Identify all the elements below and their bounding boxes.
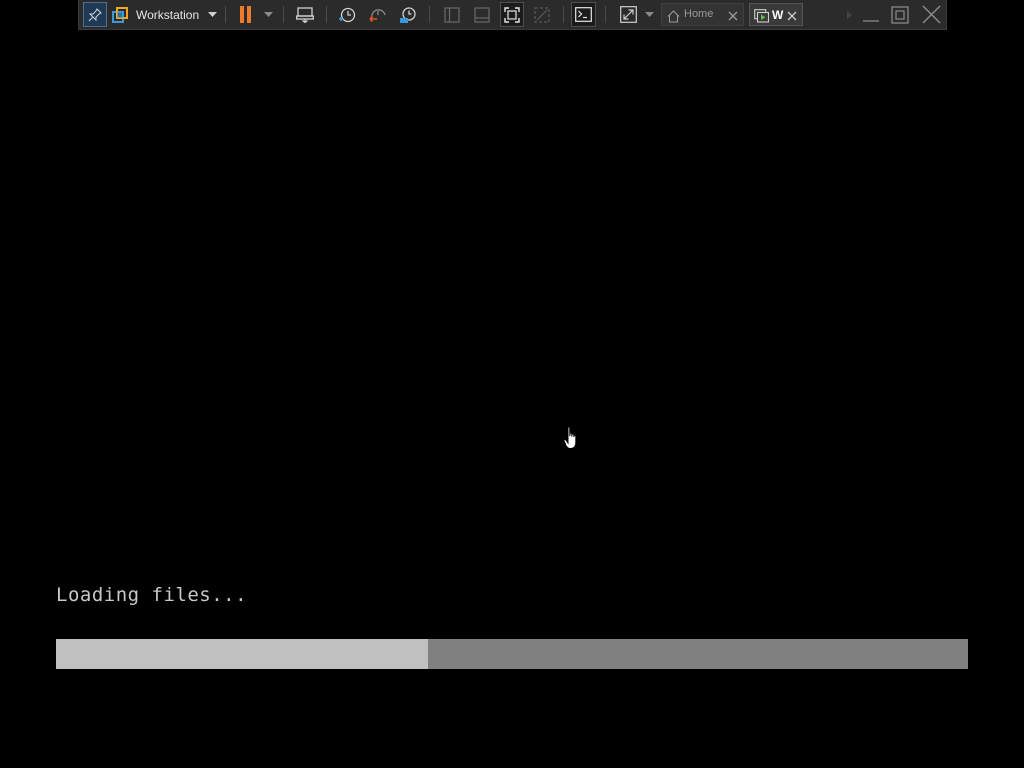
- vm-selector[interactable]: Workstation: [136, 0, 206, 29]
- minimize-button[interactable]: [860, 0, 882, 29]
- restore-icon: [891, 5, 909, 24]
- chevron-down-icon: [207, 11, 217, 18]
- vm-screen: Workstation Home W Loading files...: [0, 0, 1024, 768]
- unity-icon: [534, 6, 550, 23]
- power-options-dropdown[interactable]: [261, 0, 275, 29]
- minimize-icon: [862, 6, 880, 24]
- terminal-icon: [575, 7, 592, 22]
- home-icon: [667, 8, 680, 27]
- take-snapshot-button[interactable]: [336, 0, 358, 29]
- library-panel-icon: [444, 6, 460, 23]
- chevron-down-icon: [263, 11, 273, 18]
- close-window-button[interactable]: [919, 0, 943, 29]
- tab-home-label: Home: [684, 8, 714, 20]
- console-view-icon: [504, 6, 520, 23]
- revert-snapshot-button[interactable]: [367, 0, 389, 29]
- snapshot-manager-button[interactable]: [397, 0, 419, 29]
- send-keys-icon: [296, 6, 314, 23]
- show-thumbnail-bar-button[interactable]: [471, 0, 493, 29]
- fullscreen-icon: [619, 6, 637, 23]
- pause-button[interactable]: [235, 0, 257, 29]
- terminal-button[interactable]: [571, 2, 596, 27]
- close-icon: [728, 6, 738, 25]
- snapshot-manager-icon: [399, 6, 417, 24]
- chevron-down-icon: [644, 11, 654, 18]
- close-icon: [787, 6, 797, 25]
- pin-toolbar-button[interactable]: [83, 2, 107, 27]
- vm-selector-dropdown[interactable]: [205, 0, 219, 29]
- loading-progress-bar: [56, 639, 968, 669]
- stretch-options-dropdown[interactable]: [642, 0, 656, 29]
- console-view-button[interactable]: [500, 2, 524, 27]
- send-ctrl-alt-del-button[interactable]: [293, 0, 317, 29]
- tab-vm-workstation[interactable]: W: [749, 3, 803, 26]
- tab-home-close-button[interactable]: [726, 8, 740, 22]
- hand-cursor-icon: [563, 426, 579, 450]
- vm-selector-label: Workstation: [136, 7, 200, 22]
- vm-running-icon: [754, 8, 770, 27]
- pin-icon: [88, 7, 102, 22]
- stretch-view-button[interactable]: [617, 0, 639, 29]
- snapshot-icon: [338, 6, 356, 24]
- pause-icon: [239, 6, 253, 23]
- close-icon: [921, 5, 941, 24]
- revert-snapshot-icon: [369, 6, 387, 24]
- fullscreen-toolbar: Workstation Home W: [78, 0, 947, 30]
- loading-status-text: Loading files...: [56, 584, 248, 606]
- unity-button[interactable]: [531, 0, 553, 29]
- workstation-logo-icon: [112, 6, 128, 23]
- thumbnail-bar-icon: [474, 6, 490, 23]
- tabs-scroll-right-button[interactable]: [843, 0, 855, 29]
- restore-button[interactable]: [889, 0, 911, 29]
- tab-vm-close-button[interactable]: [785, 8, 799, 22]
- chevron-right-icon: [846, 10, 852, 19]
- show-library-button[interactable]: [441, 0, 463, 29]
- tab-vm-label: W: [772, 8, 784, 22]
- workstation-logo[interactable]: [110, 0, 130, 29]
- loading-progress-fill: [56, 639, 429, 669]
- tab-home[interactable]: Home: [661, 3, 744, 26]
